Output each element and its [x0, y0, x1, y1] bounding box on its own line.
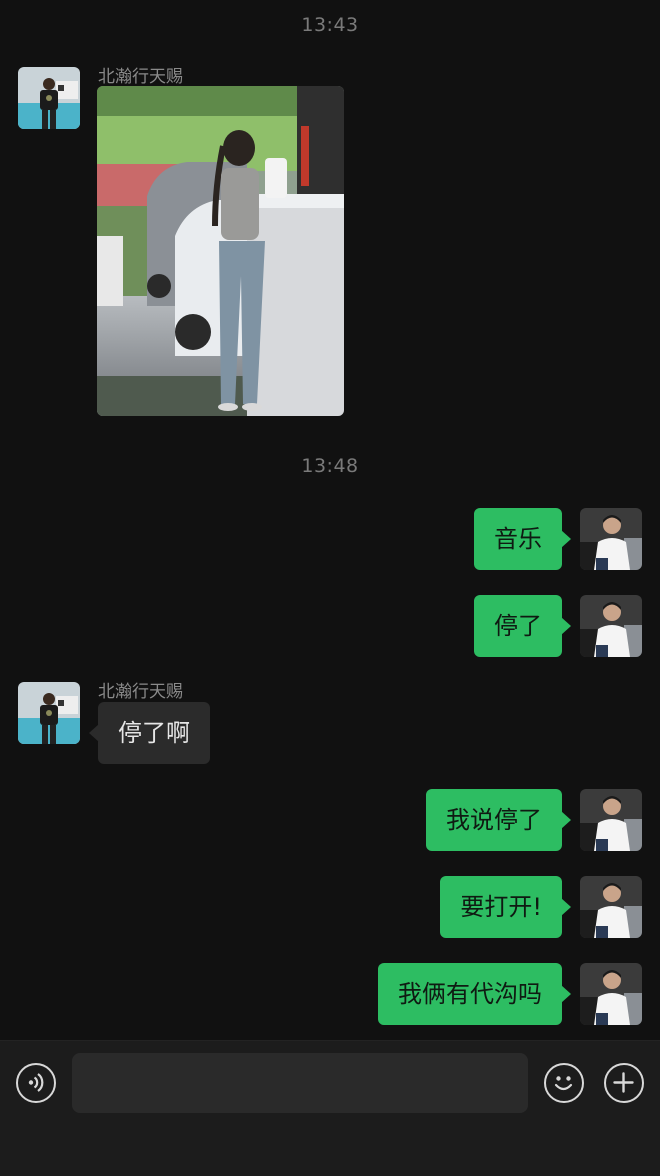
outgoing-message[interactable]: 我俩有代沟吗 [378, 963, 571, 1025]
voice-icon[interactable] [16, 1063, 56, 1103]
sender-name: 北瀚行天赐 [98, 67, 183, 87]
image-message[interactable] [97, 86, 344, 416]
incoming-message[interactable]: 停了啊 [89, 702, 210, 764]
my-avatar[interactable] [580, 963, 642, 1025]
my-avatar[interactable] [580, 789, 642, 851]
outgoing-message[interactable]: 停了 [474, 595, 571, 657]
contact-avatar[interactable] [18, 682, 80, 744]
outgoing-message[interactable]: 我说停了 [426, 789, 571, 851]
contact-avatar[interactable] [18, 67, 80, 129]
my-avatar[interactable] [580, 876, 642, 938]
chat-area[interactable]: 13:43 北瀚行天赐 13:48 音乐 停了 北瀚行天赐 停了啊 我说停了 要… [0, 0, 660, 1040]
message-input[interactable] [72, 1053, 528, 1113]
my-avatar[interactable] [580, 508, 642, 570]
emoji-icon[interactable] [544, 1063, 584, 1103]
outgoing-message[interactable]: 要打开! [440, 876, 571, 938]
input-bar [0, 1040, 660, 1176]
plus-icon[interactable] [604, 1063, 644, 1103]
sender-name: 北瀚行天赐 [98, 682, 183, 702]
outgoing-message[interactable]: 音乐 [474, 508, 571, 570]
my-avatar[interactable] [580, 595, 642, 657]
timestamp: 13:43 [301, 14, 359, 36]
timestamp: 13:48 [301, 455, 359, 477]
